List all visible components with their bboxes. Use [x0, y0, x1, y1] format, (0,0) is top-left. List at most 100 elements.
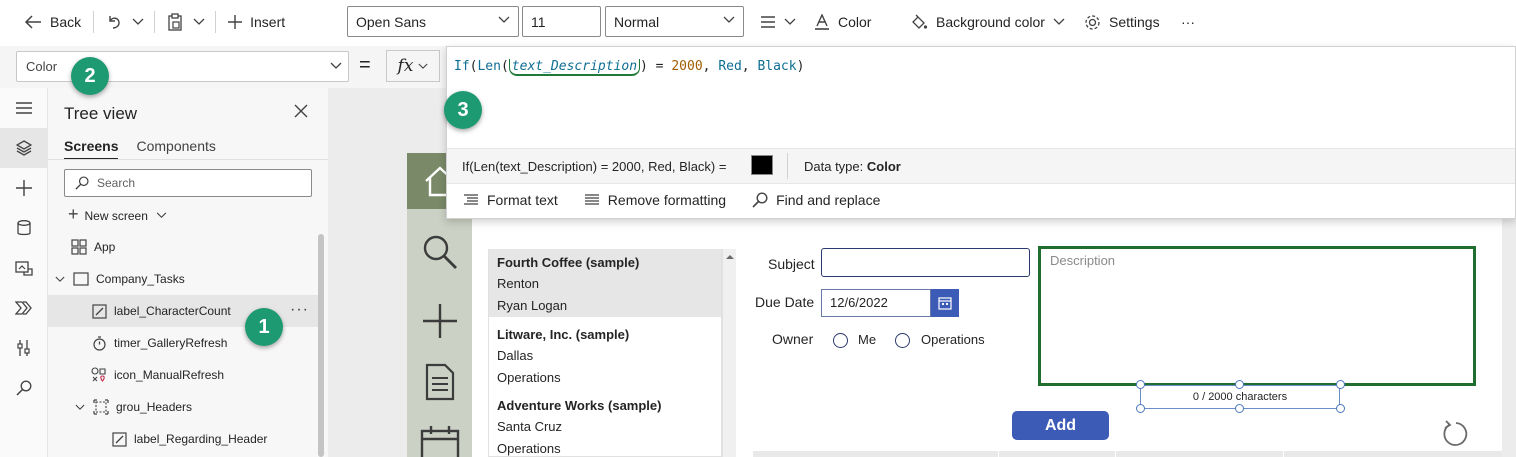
database-icon [16, 220, 31, 236]
text-color-icon [815, 14, 829, 30]
resize-handle[interactable] [1235, 404, 1244, 413]
back-button[interactable]: Back [18, 6, 87, 38]
left-rail [0, 88, 48, 457]
subject-label: Subject [768, 256, 815, 272]
rail-search[interactable] [0, 368, 47, 408]
rail-insert[interactable] [0, 168, 47, 208]
property-select[interactable]: Color [16, 51, 349, 82]
search-icon [75, 176, 89, 190]
chevron-down-icon [418, 63, 428, 69]
list-item[interactable]: Dallas [497, 348, 533, 363]
accounts-gallery[interactable]: Fourth Coffee (sample) Renton Ryan Logan… [488, 249, 722, 457]
formula-tools: Format text Remove formatting Find and r… [463, 192, 906, 208]
list-item[interactable]: Santa Cruz [497, 419, 562, 434]
settings-button[interactable]: Settings [1078, 6, 1166, 38]
tab-screens[interactable]: Screens [64, 138, 119, 160]
undo-dropdown[interactable] [128, 6, 148, 38]
list-item[interactable]: Ryan Logan [497, 298, 567, 313]
resize-handle[interactable] [1136, 404, 1145, 413]
refresh-icon [1443, 420, 1468, 446]
color-button[interactable]: Color [808, 6, 877, 38]
tree-view-panel: Tree view Screens Components Search + Ne… [48, 88, 328, 457]
group-icon [92, 398, 110, 416]
toolbar-separator [93, 11, 95, 33]
tree-scrollbar[interactable] [318, 234, 324, 457]
owner-radio-operations[interactable] [895, 333, 910, 348]
tree-item-label-regarding-header[interactable]: label_Regarding_Header [48, 423, 320, 455]
new-screen-button[interactable]: + New screen [68, 204, 167, 225]
font-size-input[interactable]: 11 [522, 6, 601, 37]
rail-data[interactable] [0, 208, 47, 248]
list-item[interactable]: Fourth Coffee (sample) [497, 255, 639, 270]
tree-item-group-headers[interactable]: grou_Headers [48, 391, 320, 423]
tree-item-screen[interactable]: Company_Tasks [48, 263, 320, 295]
chevron-down-icon[interactable] [74, 404, 86, 411]
close-button[interactable] [294, 104, 308, 121]
tree-search-input[interactable]: Search [64, 169, 312, 197]
callout-badge-3: 3 [444, 91, 482, 129]
chevron-down-icon [330, 62, 342, 69]
search-icon [15, 380, 31, 396]
align-button[interactable] [754, 6, 802, 38]
undo-button[interactable] [100, 6, 128, 38]
paste-dropdown[interactable] [189, 6, 209, 38]
remove-formatting-button[interactable]: Remove formatting [584, 192, 726, 208]
owner-radio-me[interactable] [833, 333, 848, 348]
more-options-button[interactable]: ··· [290, 301, 309, 319]
list-item[interactable]: Litware, Inc. (sample) [497, 327, 629, 342]
rail-power-automate[interactable] [0, 288, 47, 328]
tree-view-title: Tree view [64, 104, 138, 123]
rail-menu[interactable] [0, 88, 47, 128]
more-commands-button[interactable]: ··· [1175, 6, 1201, 38]
chevron-down-icon [132, 18, 144, 25]
font-select[interactable]: Open Sans [347, 6, 519, 37]
font-weight-select[interactable]: Normal [605, 6, 744, 37]
refresh-button[interactable] [1440, 420, 1470, 451]
resize-handle[interactable] [1336, 404, 1345, 413]
app-icon [70, 238, 88, 256]
resize-handle[interactable] [1235, 380, 1244, 389]
screen-icon [72, 270, 90, 288]
date-picker-button[interactable] [931, 289, 959, 317]
tab-components[interactable]: Components [136, 138, 215, 160]
resize-handle[interactable] [1336, 380, 1345, 389]
due-date-input[interactable]: 12/6/2022 [821, 289, 931, 317]
paste-button[interactable] [161, 6, 189, 38]
add-nav-button[interactable] [407, 303, 472, 339]
background-color-button[interactable]: Background color [904, 6, 1071, 38]
rail-media[interactable] [0, 248, 47, 288]
find-replace-button[interactable]: Find and replace [752, 192, 880, 208]
flow-icon [14, 301, 32, 315]
format-text-button[interactable]: Format text [463, 192, 558, 208]
chevron-down-icon[interactable] [54, 276, 66, 283]
rail-tree-view[interactable] [0, 128, 47, 168]
divider [787, 153, 788, 179]
subject-input[interactable] [821, 248, 1030, 277]
clipboard-icon [168, 13, 182, 31]
list-item[interactable]: Operations [497, 441, 561, 456]
document-nav-button[interactable] [407, 363, 472, 401]
list-item[interactable]: Adventure Works (sample) [497, 398, 661, 413]
resize-handle[interactable] [1136, 380, 1145, 389]
list-item[interactable]: Operations [497, 370, 561, 385]
owner-option-me[interactable]: Me [858, 332, 876, 347]
plus-icon [228, 15, 243, 29]
rail-advanced-tools[interactable] [0, 328, 47, 368]
media-icon [14, 261, 33, 276]
owner-option-operations[interactable]: Operations [921, 332, 985, 347]
layers-icon [15, 140, 32, 156]
gallery-scrollbar[interactable] [722, 249, 736, 457]
tree-item-icon-refresh[interactable]: icon_ManualRefresh [48, 359, 320, 391]
calendar-nav-button[interactable] [407, 425, 472, 457]
formula-editor[interactable]: If(Len(text_Description) = 2000, Red, Bl… [454, 59, 804, 76]
remove-formatting-icon [584, 194, 599, 205]
back-arrow-icon [24, 15, 41, 29]
fx-button[interactable]: fx [386, 50, 440, 82]
due-date-label: Due Date [755, 294, 815, 310]
add-button[interactable]: Add [1012, 411, 1109, 440]
plus-icon [15, 180, 32, 196]
list-item[interactable]: Renton [497, 276, 539, 291]
tree-item-app[interactable]: App [48, 231, 320, 263]
search-nav-button[interactable] [407, 233, 472, 271]
insert-button[interactable]: Insert [222, 6, 291, 38]
